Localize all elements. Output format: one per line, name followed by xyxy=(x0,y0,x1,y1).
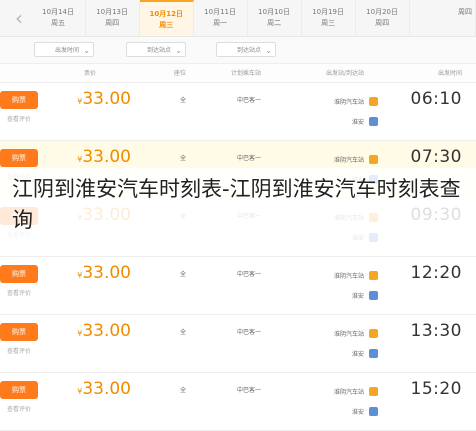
depart-time: 07:30 xyxy=(410,147,463,167)
destination-tag-icon xyxy=(369,291,378,300)
seat-info: 全 xyxy=(179,271,186,278)
origin-tag-icon xyxy=(369,271,378,280)
weekday-label: 周三 xyxy=(159,21,174,29)
route-type: 中巴客一 xyxy=(236,329,261,336)
route-type: 中巴客一 xyxy=(236,387,261,394)
buy-ticket-button[interactable]: 购票 xyxy=(0,149,38,167)
origin-station: 淮阴汽车站 xyxy=(333,389,364,396)
chevron-left-icon[interactable]: ‹ xyxy=(6,0,32,36)
depart-time: 12:20 xyxy=(410,263,463,283)
destination-tag-icon xyxy=(369,407,378,416)
weekday-label: 周五 xyxy=(51,19,66,27)
destination-station: 淮安 xyxy=(351,351,364,358)
view-reviews-link[interactable]: 查看评价 xyxy=(7,114,31,123)
buy-ticket-button[interactable]: 购票 xyxy=(0,381,38,399)
ticket-price: ¥33.00 xyxy=(77,263,131,283)
date-label: 10月20日 xyxy=(366,8,399,16)
date-cell[interactable]: 10月12日 周三 xyxy=(140,0,194,36)
date-label: 10月14日 xyxy=(42,8,75,16)
schedule-row: 06:10 淮阴汽车站淮安 中巴客一 全 ¥33.00 购票查看评价 xyxy=(0,83,476,141)
date-cell-overflow[interactable]: 周四 xyxy=(456,0,476,36)
origin-tag-icon xyxy=(369,329,378,338)
date-cell[interactable]: 10月20日 周四 xyxy=(356,0,410,36)
schedule-row: 12:20 淮阴汽车站淮安 中巴客一 全 ¥33.00 购票查看评价 xyxy=(0,257,476,315)
view-reviews-link[interactable]: 查看评价 xyxy=(7,404,31,413)
arrive-station-filter[interactable]: ⌄ 到达站点 xyxy=(216,42,276,57)
destination-station: 淮安 xyxy=(351,293,364,300)
destination-tag-icon xyxy=(369,349,378,358)
route-type: 中巴客一 xyxy=(236,97,261,104)
weekday-label: 周一 xyxy=(213,19,228,27)
date-cell[interactable]: 10月10日 周二 xyxy=(248,0,302,36)
date-cell[interactable]: 10月13日 周四 xyxy=(86,0,140,36)
weekday-label: 周四 xyxy=(375,19,390,27)
route-type: 中巴客一 xyxy=(236,155,261,162)
depart-station-filter-label: 到达站点 xyxy=(146,47,171,54)
date-label: 10月12日 xyxy=(149,10,184,18)
origin-tag-icon xyxy=(369,97,378,106)
buy-ticket-button[interactable]: 购票 xyxy=(0,323,38,341)
chevron-down-icon: ⌄ xyxy=(265,46,272,55)
filter-bar: ⌄ 出发时间 ⌄ 到达站点 ⌄ 到达站点 xyxy=(0,37,476,64)
date-cell[interactable]: 10月19日 周三 xyxy=(302,0,356,36)
depart-time: 13:30 xyxy=(410,321,463,341)
origin-station: 淮阴汽车站 xyxy=(333,157,364,164)
origin-station: 淮阴汽车站 xyxy=(333,331,364,338)
seat-info: 全 xyxy=(179,387,186,394)
origin-station: 淮阴汽车站 xyxy=(333,99,364,106)
date-cell[interactable]: 10月11日 周一 xyxy=(194,0,248,36)
destination-station: 淮安 xyxy=(351,409,364,416)
price-value: 33.00 xyxy=(82,89,131,109)
price-value: 33.00 xyxy=(82,263,131,283)
origin-tag-icon xyxy=(369,387,378,396)
chevron-down-icon: ⌄ xyxy=(83,46,90,55)
date-label: 10月11日 xyxy=(204,8,237,16)
buy-ticket-button[interactable]: 购票 xyxy=(0,265,38,283)
col-seat: 座位 xyxy=(173,70,186,77)
ticket-price: ¥33.00 xyxy=(77,379,131,399)
view-reviews-link[interactable]: 查看评价 xyxy=(7,346,31,355)
depart-time-filter-label: 出发时间 xyxy=(54,47,79,54)
depart-station-filter[interactable]: ⌄ 到达站点 xyxy=(126,42,186,57)
date-label: 10月13日 xyxy=(96,8,129,16)
date-cell-tail-text: 周四 xyxy=(458,8,473,16)
ticket-price: ¥33.00 xyxy=(77,147,131,167)
price-value: 33.00 xyxy=(82,321,131,341)
depart-time-filter[interactable]: ⌄ 出发时间 xyxy=(34,42,94,57)
seat-info: 全 xyxy=(179,329,186,336)
view-reviews-link[interactable]: 查看评价 xyxy=(7,288,31,297)
origin-station: 淮阴汽车站 xyxy=(333,273,364,280)
depart-time: 15:20 xyxy=(410,379,463,399)
chevron-down-icon: ⌄ xyxy=(175,46,182,55)
seat-info: 全 xyxy=(179,155,186,162)
arrive-station-filter-label: 到达站点 xyxy=(236,47,261,54)
origin-tag-icon xyxy=(369,155,378,164)
price-value: 33.00 xyxy=(82,379,131,399)
buy-ticket-button[interactable]: 购票 xyxy=(0,91,38,109)
seat-info: 全 xyxy=(179,97,186,104)
ticket-price: ¥33.00 xyxy=(77,89,131,109)
price-value: 33.00 xyxy=(82,147,131,167)
col-depart[interactable]: 出发时间 xyxy=(438,68,462,77)
date-cell[interactable]: 10月14日 周五 xyxy=(32,0,86,36)
weekday-label: 周四 xyxy=(105,19,120,27)
destination-station: 淮安 xyxy=(351,119,364,126)
column-header: 出发时间 出发站/到达站 计划乘车站 座位 票价 xyxy=(0,64,476,83)
col-price[interactable]: 票价 xyxy=(84,68,96,77)
weekday-label: 周三 xyxy=(321,19,336,27)
date-label: 10月10日 xyxy=(258,8,291,16)
route-type: 中巴客一 xyxy=(236,271,261,278)
weekday-label: 周二 xyxy=(267,19,282,27)
destination-tag-icon xyxy=(369,117,378,126)
col-route: 计划乘车站 xyxy=(230,70,261,77)
schedule-row: 15:20 淮阴汽车站淮安 中巴客一 全 ¥33.00 购票查看评价 xyxy=(0,373,476,431)
schedule-row: 13:30 淮阴汽车站淮安 中巴客一 全 ¥33.00 购票查看评价 xyxy=(0,315,476,373)
depart-time: 06:10 xyxy=(410,89,463,109)
date-label: 10月19日 xyxy=(312,8,345,16)
overlay-title: 江阴到淮安汽车时刻表-江阴到淮安汽车时刻表查询 xyxy=(0,168,476,244)
col-stations: 出发站/到达站 xyxy=(325,70,364,77)
ticket-price: ¥33.00 xyxy=(77,321,131,341)
date-strip: ‹ 10月14日 周五 10月13日 周四 10月12日 周三 10月11日 周一 10月10日… xyxy=(0,0,476,37)
